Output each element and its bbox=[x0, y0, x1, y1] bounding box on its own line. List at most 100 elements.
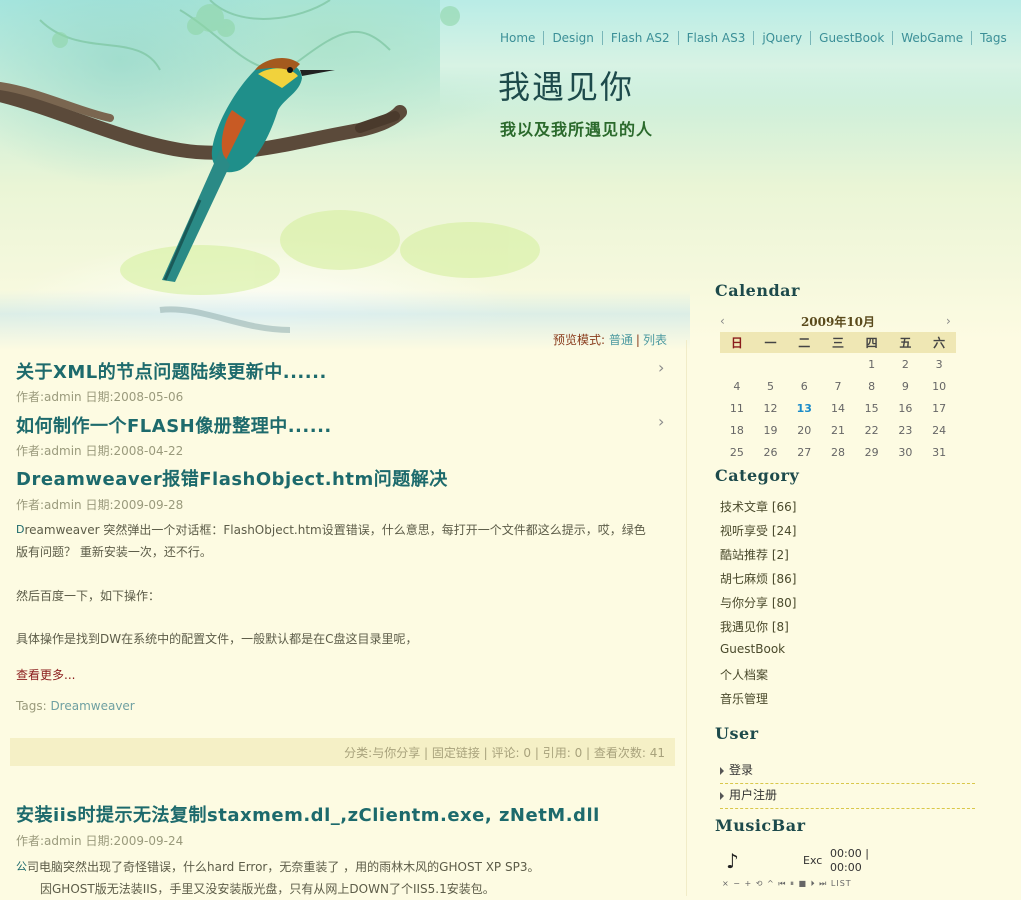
nav-jquery[interactable]: jQuery bbox=[754, 31, 812, 45]
calendar-week: 25 26 27 28 29 30 31 bbox=[720, 441, 956, 463]
category-link[interactable]: 技术文章 [66] bbox=[720, 498, 796, 522]
calendar-day: 19 bbox=[763, 423, 778, 437]
calendar-week: 11 12 13 14 15 16 17 bbox=[720, 397, 956, 419]
arrow-right-icon bbox=[720, 766, 724, 775]
nav-webgame[interactable]: WebGame bbox=[893, 31, 973, 45]
calendar: ‹ 2009年10月 › 日一二三四五六 1 2 3 4 5 6 7 8 9 10 11 12 13 14… bbox=[720, 310, 956, 463]
category-list: 技术文章 [66] 视听享受 [24] 酷站推荐 [2] 胡七麻烦 [86] 与你分享 … bbox=[720, 498, 796, 714]
calendar-day: 9 bbox=[901, 379, 909, 393]
post-meta: 作者:admin 日期:2009-09-24 bbox=[16, 834, 184, 848]
calendar-day: 25 bbox=[729, 445, 744, 459]
calendar-day[interactable]: 13 bbox=[787, 397, 821, 419]
post-title-xml[interactable]: 关于XML的节点问题陆续更新中...... bbox=[16, 358, 327, 384]
tag-link[interactable]: Dreamweaver bbox=[50, 699, 134, 713]
calendar-day: 4 bbox=[733, 379, 741, 393]
post-meta: 作者:admin 日期:2008-04-22 bbox=[16, 444, 184, 458]
column-divider bbox=[686, 340, 687, 896]
calendar-day: 20 bbox=[797, 423, 812, 437]
category-link[interactable]: 酷站推荐 [2] bbox=[720, 546, 796, 570]
calendar-week: 4 5 6 7 8 9 10 bbox=[720, 375, 956, 397]
user-links: 登录 用户注册 bbox=[720, 760, 975, 810]
post-body: Dreamweaver 突然弹出一个对话框：FlashObject.htm设置错… bbox=[16, 519, 666, 563]
calendar-grid: 日一二三四五六 1 2 3 4 5 6 7 8 9 10 11 12 13 14 15 16 17 18 19 20 2… bbox=[720, 332, 956, 463]
view-mode-normal[interactable]: 普通 bbox=[609, 333, 633, 347]
post-title-iis[interactable]: 安装iis时提示无法复制staxmem.dl_,zClientm.exe, zN… bbox=[16, 801, 600, 827]
calendar-day: 18 bbox=[729, 423, 744, 437]
paragraph-text: reamweaver 突然弹出一个对话框：FlashObject.htm设置错误… bbox=[24, 523, 646, 537]
calendar-day: 30 bbox=[898, 445, 913, 459]
post-title-dreamweaver[interactable]: Dreamweaver报错FlashObject.htm问题解决 bbox=[16, 465, 448, 491]
chevron-right-icon[interactable]: › bbox=[658, 358, 664, 377]
category-link[interactable]: 与你分享 [80] bbox=[720, 594, 796, 618]
category-link[interactable]: 我遇见你 [8] bbox=[720, 618, 796, 642]
calendar-day bbox=[720, 353, 754, 375]
post-meta: 作者:admin 日期:2009-09-28 bbox=[16, 498, 184, 512]
weekday-header: 五 bbox=[888, 332, 923, 353]
category-link[interactable]: GuestBook bbox=[720, 642, 796, 666]
track-name: Exc bbox=[803, 854, 823, 867]
calendar-day: 27 bbox=[797, 445, 812, 459]
nav-flash-as3[interactable]: Flash AS3 bbox=[679, 31, 755, 45]
chevron-right-icon[interactable]: › bbox=[658, 412, 664, 431]
category-link[interactable]: 音乐管理 bbox=[720, 690, 796, 714]
calendar-day: 31 bbox=[932, 445, 947, 459]
calendar-day: 6 bbox=[800, 379, 808, 393]
login-label: 登录 bbox=[729, 763, 754, 777]
calendar-day: 15 bbox=[864, 401, 879, 415]
calendar-day: 7 bbox=[834, 379, 842, 393]
site-title: 我遇见你 bbox=[498, 68, 635, 106]
calendar-week: 1 2 3 bbox=[720, 353, 956, 375]
calendar-day: 12 bbox=[763, 401, 778, 415]
calendar-day: 5 bbox=[767, 379, 775, 393]
category-heading: Category bbox=[715, 466, 800, 485]
track-time: 00:00 | 00:00 bbox=[830, 847, 869, 875]
calendar-day: 16 bbox=[898, 401, 913, 415]
weekday-header: 四 bbox=[854, 332, 889, 353]
arrow-right-icon bbox=[720, 791, 724, 800]
calendar-day: 26 bbox=[763, 445, 778, 459]
paragraph-text: 具体操作是找到DW在系统中的配置文件，一般默认都是在C盘这目录里呢， bbox=[16, 632, 418, 646]
view-mode-list[interactable]: 列表 bbox=[643, 333, 667, 347]
nav-guestbook[interactable]: GuestBook bbox=[811, 31, 894, 45]
calendar-day bbox=[821, 353, 855, 375]
post-title-flash-album[interactable]: 如何制作一个FLASH像册整理中...... bbox=[16, 412, 332, 438]
calendar-day: 29 bbox=[864, 445, 879, 459]
paragraph-text: 版有问题？ 重新安装一次，还不行。 bbox=[16, 545, 212, 559]
musicbar-heading: MusicBar bbox=[715, 816, 806, 835]
nav-flash-as2[interactable]: Flash AS2 bbox=[603, 31, 679, 45]
music-note-icon: ♪ bbox=[726, 849, 739, 873]
elapsed-time: 00:00 | bbox=[830, 847, 869, 860]
calendar-header: ‹ 2009年10月 › bbox=[720, 310, 956, 332]
weekday-header: 二 bbox=[787, 332, 822, 353]
category-link[interactable]: 视听享受 [24] bbox=[720, 522, 796, 546]
nav-design[interactable]: Design bbox=[544, 31, 603, 45]
prev-month-icon[interactable]: ‹ bbox=[720, 314, 730, 328]
calendar-day: 10 bbox=[932, 379, 947, 393]
next-month-icon[interactable]: › bbox=[946, 314, 956, 328]
login-link[interactable]: 登录 bbox=[720, 760, 975, 784]
calendar-day: 28 bbox=[830, 445, 845, 459]
calendar-day: 8 bbox=[868, 379, 876, 393]
post-footer-bar: 分类:与你分享 | 固定链接 | 评论: 0 | 引用: 0 | 查看次数: 4… bbox=[10, 738, 675, 766]
calendar-day: 1 bbox=[868, 357, 876, 371]
nav-home[interactable]: Home bbox=[495, 31, 545, 45]
category-link[interactable]: 个人档案 bbox=[720, 666, 796, 690]
calendar-day: 23 bbox=[898, 423, 913, 437]
weekday-header: 三 bbox=[821, 332, 855, 353]
calendar-day: 17 bbox=[932, 401, 947, 415]
read-more-link[interactable]: 查看更多... bbox=[16, 666, 75, 683]
register-label: 用户注册 bbox=[729, 788, 778, 802]
nav-tags[interactable]: Tags bbox=[972, 31, 1015, 45]
user-heading: User bbox=[715, 724, 759, 743]
register-link[interactable]: 用户注册 bbox=[720, 785, 975, 809]
view-mode: 预览模式: 普通 | 列表 bbox=[553, 331, 667, 348]
top-nav: Home Design Flash AS2 Flash AS3 jQuery G… bbox=[495, 31, 1015, 45]
post-footer-links[interactable]: 分类:与你分享 | 固定链接 | 评论: 0 | 引用: 0 | 查看次数: 4… bbox=[344, 744, 665, 761]
calendar-day: 14 bbox=[830, 401, 845, 415]
calendar-day: 2 bbox=[901, 357, 909, 371]
weekday-header: 日 bbox=[720, 332, 754, 353]
player-controls[interactable]: × − + ⟲ ^ ⏮ ⏸ ■ ⏵ ⏭ LIST bbox=[722, 879, 852, 889]
category-link[interactable]: 胡七麻烦 [86] bbox=[720, 570, 796, 594]
paragraph-text: 然后百度一下，如下操作： bbox=[16, 589, 161, 603]
calendar-day: 22 bbox=[864, 423, 879, 437]
